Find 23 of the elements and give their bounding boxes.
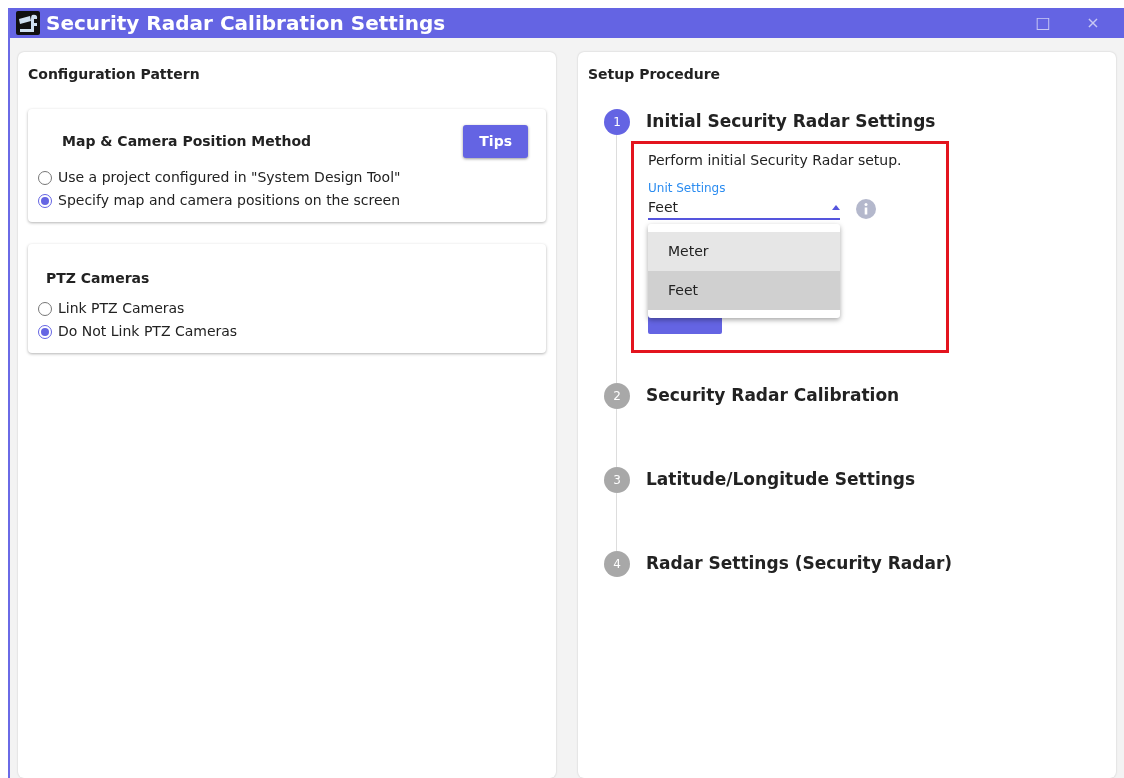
step-title: Radar Settings (Security Radar) bbox=[646, 552, 953, 576]
option-label: Do Not Link PTZ Cameras bbox=[58, 322, 238, 341]
step-number: 2 bbox=[604, 383, 630, 409]
step-description: Perform initial Security Radar setup. bbox=[648, 151, 903, 170]
panel-heading: Setup Procedure bbox=[588, 65, 722, 84]
option-label: Use a project configured in "System Design Tool" bbox=[58, 168, 401, 187]
dropdown-option[interactable]: Meter bbox=[648, 232, 840, 271]
step-title: Security Radar Calibration bbox=[646, 384, 900, 408]
option-label: Specify map and camera positions on the screen bbox=[58, 191, 401, 210]
step-number: 3 bbox=[604, 467, 630, 493]
option-label: Link PTZ Cameras bbox=[58, 299, 185, 318]
step-number: 1 bbox=[604, 109, 630, 135]
panel-heading: Configuration Pattern bbox=[28, 65, 201, 84]
step-title: Latitude/Longitude Settings bbox=[646, 468, 916, 492]
window-title: Security Radar Calibration Settings bbox=[46, 10, 446, 37]
step-number: 4 bbox=[604, 551, 630, 577]
tips-button[interactable]: Tips bbox=[463, 125, 528, 158]
field-label: Unit Settings bbox=[648, 180, 727, 197]
group-title: PTZ Cameras bbox=[46, 269, 150, 288]
group-title: Map & Camera Position Method bbox=[62, 132, 312, 151]
dropdown-option[interactable]: Feet bbox=[648, 271, 840, 310]
step-title: Initial Security Radar Settings bbox=[646, 110, 936, 134]
unit-select[interactable]: Feet bbox=[648, 197, 840, 220]
